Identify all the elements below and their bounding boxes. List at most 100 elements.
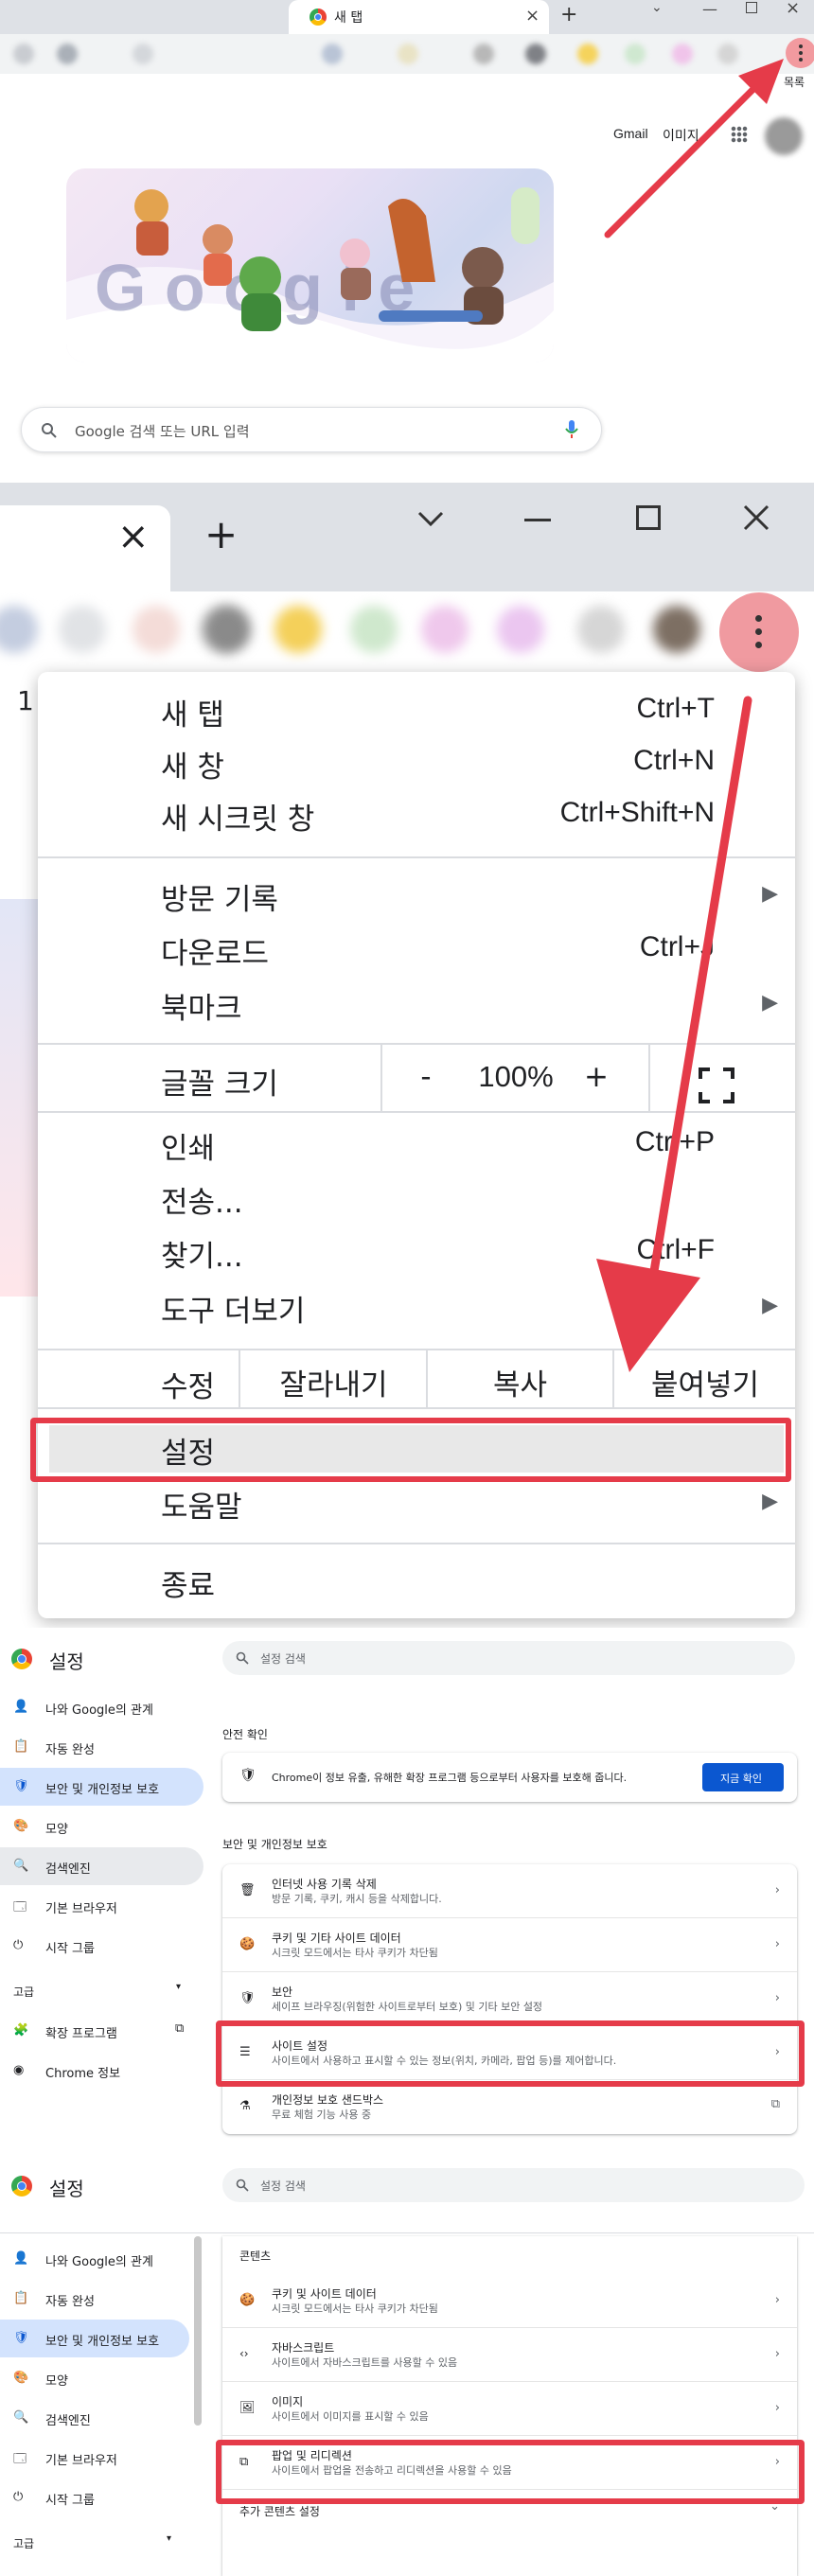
bookmark-favicon[interactable] [133,606,180,653]
chrome-menu-kebab-icon[interactable] [755,615,763,649]
zoom-out-button[interactable]: - [407,1060,445,1094]
row-javascript[interactable]: ‹› 자바스크립트 사이트에서 자바스크립트를 사용할 수 있음 › [222,2328,797,2381]
bookmark-favicon[interactable] [577,606,625,653]
bookmark-favicon[interactable] [57,44,78,64]
menu-item-exit[interactable]: 종료 [161,1561,215,1604]
row-security[interactable]: 🛡 보안 세이프 브라우징(위험한 사이트로부터 보호) 및 기타 보안 설정 … [222,1972,797,2025]
menu-item-find[interactable]: 찾기... [161,1232,243,1275]
nav-on-startup[interactable]: ⏻ 시작 그룹 [0,1927,204,1965]
mic-icon[interactable] [565,420,578,439]
submenu-arrow-icon: ▶ [762,1490,778,1513]
nav-default-browser[interactable]: 🗔 기본 브라우저 [0,2439,204,2477]
bookmark-favicon[interactable] [497,606,544,653]
row-clear-browsing-data[interactable]: 🗑 인터넷 사용 기록 삭제 방문 기록, 쿠키, 캐시 등을 삭제합니다. › [222,1864,797,1917]
avatar[interactable] [765,117,803,155]
nav-you-and-google[interactable]: 👤 나와 Google의 관계 [0,2240,204,2278]
bookmark-favicon[interactable] [525,44,546,64]
check-now-button[interactable]: 지금 확인 [702,1763,784,1791]
settings-search-input[interactable]: 설정 검색 [222,1641,795,1675]
tab-zoomed[interactable]: × [0,505,170,591]
settings-search-input[interactable]: 설정 검색 [222,2168,805,2202]
apps-grid-icon[interactable] [731,126,748,143]
row-cookies-site-data[interactable]: 🍪 쿠키 및 사이트 데이터 시크릿 모드에서는 타사 쿠키가 차단됨 › [222,2274,797,2327]
nav-about-chrome[interactable]: ◉ Chrome 정보 [0,2052,204,2090]
bookmark-favicon[interactable] [421,606,469,653]
minimize-icon[interactable] [524,519,551,521]
images-link[interactable]: 이미지 [663,126,699,145]
bookmark-favicon[interactable] [653,606,700,653]
new-tab-button[interactable]: + [204,511,238,557]
tab-close-icon[interactable]: × [117,515,150,558]
search-icon: 🔍 [13,2410,29,2425]
nav-advanced[interactable]: 고급 ▾ [0,2524,204,2562]
chevron-right-icon: › [774,1937,780,1951]
maximize-icon[interactable] [746,2,757,13]
nav-autofill[interactable]: 📋 자동 완성 [0,2280,204,2318]
google-doodle[interactable]: G o o g l e [66,168,554,362]
nav-default-browser[interactable]: 🗔 기본 브라우저 [0,1887,204,1925]
bookmark-favicon[interactable] [204,606,251,653]
menu-item-new-window[interactable]: 새 창 [161,743,224,785]
nav-appearance[interactable]: 🎨 모양 [0,2359,204,2397]
settings-title: 설정 [49,2178,84,2200]
nav-extensions[interactable]: 🧩 확장 프로그램 ⧉ [0,2012,204,2050]
menu-item-new-tab[interactable]: 새 탭 [161,691,224,733]
bookmark-favicon[interactable] [59,606,106,653]
background-doodle-peek [0,899,38,1297]
zoom-level: 100% [478,1060,554,1093]
menu-item-incognito[interactable]: 새 시크릿 창 [161,795,314,838]
settings-search-placeholder: 설정 검색 [260,1652,306,1666]
bookmark-favicon[interactable] [473,44,494,64]
nav-advanced[interactable]: 고급 ▾ [0,1972,204,2010]
menu-item-downloads[interactable]: 다운로드 [161,929,269,972]
gmail-link[interactable]: Gmail [613,126,648,141]
tab-search-chevron-icon[interactable]: ⌄ [651,0,663,15]
chevron-right-icon: › [774,1991,780,2005]
new-tab-button[interactable]: + [560,3,577,26]
chrome-menu-kebab-icon[interactable] [798,44,804,62]
tab-search-chevron-icon[interactable] [416,509,445,528]
menu-divider [38,1543,795,1544]
nav-search-engine[interactable]: 🔍 검색엔진 [0,2399,204,2437]
row-images[interactable]: 🖼 이미지 사이트에서 이미지를 표시할 수 있음 › [222,2382,797,2435]
bookmark-favicon[interactable] [133,44,153,64]
tab-close-icon[interactable]: × [525,6,540,26]
submenu-arrow-icon: ▶ [762,882,778,906]
close-window-icon[interactable]: × [786,0,800,18]
sidebar-scrollbar[interactable] [194,2236,202,2426]
bookmark-favicon[interactable] [322,44,343,64]
menu-item-history[interactable]: 방문 기록 [161,875,278,918]
menu-item-print[interactable]: 인쇄 [161,1124,215,1167]
nav-on-startup[interactable]: ⏻ 시작 그룹 [0,2479,204,2516]
cookie-icon: 🍪 [239,1937,256,1951]
nav-search-engine[interactable]: 🔍 검색엔진 [0,1847,204,1885]
maximize-icon[interactable] [636,505,661,530]
nav-you-and-google[interactable]: 👤 나와 Google의 관계 [0,1688,204,1726]
menu-item-more-tools[interactable]: 도구 더보기 [161,1287,305,1330]
nav-appearance[interactable]: 🎨 모양 [0,1808,204,1845]
cut-button[interactable]: 잘라내기 [241,1361,426,1403]
menu-item-help[interactable]: 도움말 [161,1483,242,1526]
bookmark-favicon[interactable] [398,44,418,64]
bookmark-favicon[interactable] [13,44,34,64]
content-card: 콘텐츠 🍪 쿠키 및 사이트 데이터 시크릿 모드에서는 타사 쿠키가 차단됨 … [222,2236,797,2576]
bookmark-favicon[interactable] [577,44,598,64]
nav-privacy[interactable]: 🛡 보안 및 개인정보 보호 [0,2320,189,2357]
menu-item-bookmarks[interactable]: 북마크 [161,984,242,1027]
search-icon [236,2179,249,2192]
minimize-icon[interactable]: — [702,0,717,18]
submenu-arrow-icon: ▶ [762,991,778,1015]
bookmark-favicon[interactable] [350,606,398,653]
chevron-down-icon: ▾ [176,1982,182,1992]
nav-autofill[interactable]: 📋 자동 완성 [0,1728,204,1766]
browser-icon: 🗔 [13,1900,27,1914]
row-privacy-sandbox[interactable]: ⚗ 개인정보 보호 샌드박스 무료 체험 기능 사용 중 ⧉ [222,2080,797,2133]
omnibox-search[interactable]: Google 검색 또는 URL 입력 [21,407,602,452]
bookmark-favicon[interactable] [274,606,322,653]
close-window-icon[interactable] [742,503,770,532]
settings-title: 설정 [49,1650,84,1673]
menu-item-cast[interactable]: 전송... [161,1178,243,1221]
nav-privacy[interactable]: 🛡 보안 및 개인정보 보호 [0,1768,204,1806]
row-cookies[interactable]: 🍪 쿠키 및 기타 사이트 데이터 시크릿 모드에서는 타사 쿠키가 차단됨 › [222,1918,797,1971]
tab-new-tab[interactable]: 새 탭 × [289,0,549,34]
